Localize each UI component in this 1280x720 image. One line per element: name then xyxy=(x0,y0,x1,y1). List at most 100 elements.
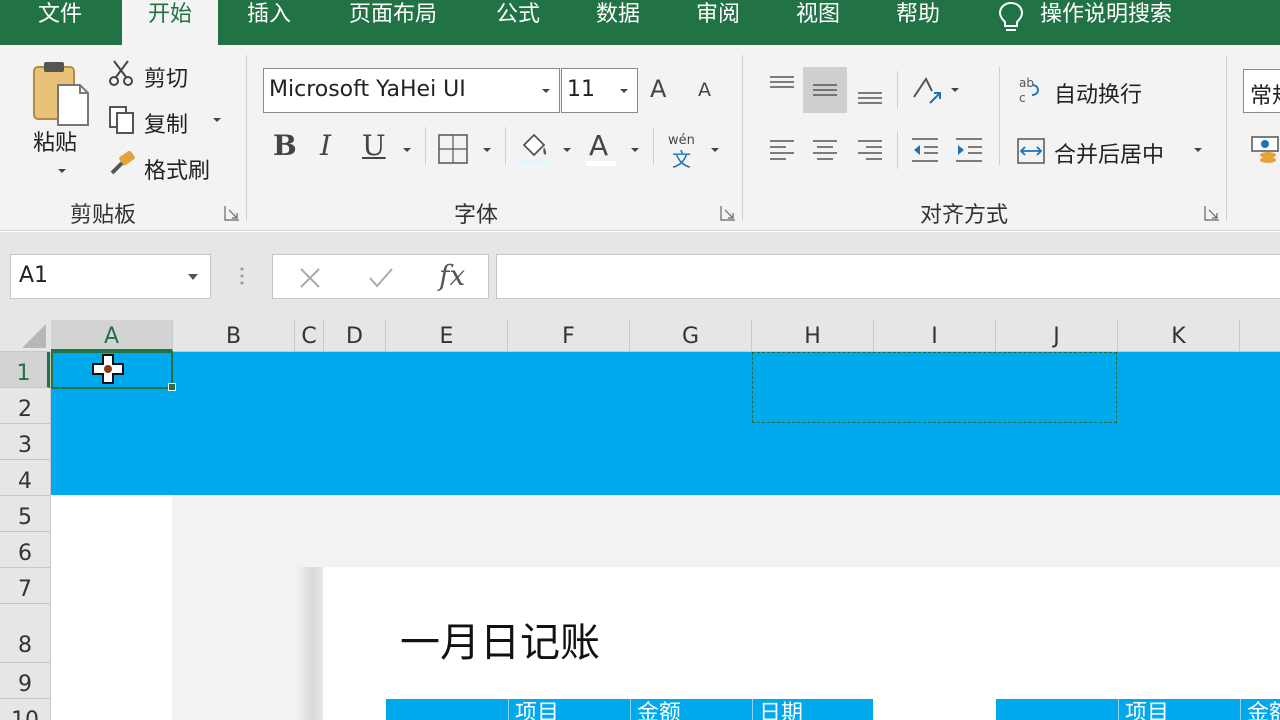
format-painter-button[interactable]: 格式刷 xyxy=(144,153,210,185)
chevron-down-icon[interactable] xyxy=(709,146,721,154)
name-box[interactable]: A1 xyxy=(10,254,211,299)
chevron-down-icon[interactable] xyxy=(540,87,552,95)
column-header-a[interactable]: A xyxy=(51,320,173,352)
chevron-down-icon[interactable] xyxy=(561,146,573,154)
column-header-b[interactable]: B xyxy=(173,320,295,352)
font-family-select[interactable]: Microsoft YaHei UI xyxy=(263,68,560,113)
column-header-e[interactable]: E xyxy=(386,320,508,352)
row-header-1[interactable]: 1 xyxy=(0,352,50,388)
sheet-title[interactable]: 一月日记账 xyxy=(400,610,600,668)
chevron-down-icon[interactable] xyxy=(1192,146,1204,154)
table-1-header-cell[interactable]: 项目 xyxy=(508,699,630,720)
chevron-down-icon[interactable] xyxy=(56,167,68,175)
chevron-down-icon[interactable] xyxy=(629,146,641,154)
drag-handle-icon[interactable] xyxy=(238,266,246,286)
fill-color-icon[interactable] xyxy=(516,129,552,167)
dialog-launcher-icon[interactable] xyxy=(720,205,736,221)
paste-button[interactable]: 粘贴 xyxy=(33,125,77,157)
align-right-icon[interactable] xyxy=(856,135,884,165)
tell-me-search[interactable]: 操作说明搜索 xyxy=(1040,0,1200,45)
chevron-down-icon[interactable] xyxy=(401,146,413,154)
scissors-icon[interactable] xyxy=(108,59,134,87)
chevron-down-icon[interactable] xyxy=(211,116,223,124)
row-header-6[interactable]: 6 xyxy=(0,532,50,568)
decrease-indent-icon[interactable] xyxy=(910,135,940,165)
toolbar-divider xyxy=(897,131,898,169)
wrap-text-button[interactable]: 自动换行 xyxy=(1054,77,1142,109)
fill-handle[interactable] xyxy=(168,383,176,391)
column-headers: A B C D E F G H I J K xyxy=(0,320,1280,352)
paintbrush-icon[interactable] xyxy=(108,151,136,177)
table-2-header-cell[interactable] xyxy=(996,699,1118,720)
tab-file[interactable]: 文件 xyxy=(0,0,120,45)
tab-help[interactable]: 帮助 xyxy=(876,0,960,45)
tab-page-layout[interactable]: 页面布局 xyxy=(336,0,450,45)
tab-data[interactable]: 数据 xyxy=(576,0,660,45)
paste-icon[interactable] xyxy=(30,59,92,129)
column-header-d[interactable]: D xyxy=(324,320,386,352)
table-2-header-cell[interactable]: 项目 xyxy=(1118,699,1240,720)
font-size-select[interactable]: 11 xyxy=(561,68,638,113)
tab-insert[interactable]: 插入 xyxy=(222,0,316,45)
enter-check-icon[interactable] xyxy=(367,265,395,291)
align-bottom-icon[interactable] xyxy=(856,73,884,107)
table-1-header-cell[interactable]: 日期 xyxy=(752,699,873,720)
borders-icon[interactable] xyxy=(437,133,469,165)
decrease-font-button[interactable]: A xyxy=(698,79,711,101)
orientation-icon[interactable] xyxy=(910,73,944,107)
row-header-4[interactable]: 4 xyxy=(0,460,50,496)
row-header-10[interactable]: 10 xyxy=(0,699,50,720)
column-header-k[interactable]: K xyxy=(1118,320,1240,352)
underline-button[interactable]: U xyxy=(362,129,386,162)
table-1-header-cell[interactable]: 金额 xyxy=(630,699,752,720)
increase-font-button[interactable]: A xyxy=(650,75,666,103)
copy-button[interactable]: 复制 xyxy=(144,107,188,139)
phonetic-label-bottom[interactable]: 文 xyxy=(672,145,691,172)
chevron-down-icon[interactable] xyxy=(949,86,961,94)
align-left-icon[interactable] xyxy=(768,135,796,165)
merge-center-button[interactable]: 合并后居中 xyxy=(1054,137,1164,169)
font-color-button[interactable]: A xyxy=(589,129,608,162)
chevron-down-icon[interactable] xyxy=(187,273,199,281)
tab-home[interactable]: 开始 xyxy=(122,0,218,45)
cut-button[interactable]: 剪切 xyxy=(144,61,188,93)
formula-input[interactable] xyxy=(496,254,1280,299)
table-1-header-cell[interactable] xyxy=(386,699,508,720)
row-header-5[interactable]: 5 xyxy=(0,496,50,532)
tab-review[interactable]: 审阅 xyxy=(676,0,760,45)
accounting-format-icon[interactable] xyxy=(1250,133,1280,165)
bold-button[interactable]: B xyxy=(273,129,297,162)
column-header-j[interactable]: J xyxy=(996,320,1118,352)
chevron-down-icon[interactable] xyxy=(618,87,630,95)
table-2-header-cell[interactable]: 金额 xyxy=(1240,699,1280,720)
align-middle-icon[interactable] xyxy=(811,73,839,107)
column-header-g[interactable]: G xyxy=(630,320,752,352)
group-divider xyxy=(246,55,247,221)
row-header-8[interactable]: 8 xyxy=(0,604,50,663)
dialog-launcher-icon[interactable] xyxy=(224,205,240,221)
insert-function-button[interactable]: fx xyxy=(439,259,465,292)
column-header-i[interactable]: I xyxy=(874,320,996,352)
align-top-icon[interactable] xyxy=(768,73,796,107)
chevron-down-icon[interactable] xyxy=(481,146,493,154)
column-header-c[interactable]: C xyxy=(295,320,324,352)
merge-center-icon[interactable] xyxy=(1016,137,1046,165)
lightbulb-icon[interactable] xyxy=(996,0,1026,34)
column-header-h[interactable]: H xyxy=(752,320,874,352)
number-format-select[interactable]: 常规 xyxy=(1243,69,1280,113)
tab-formulas[interactable]: 公式 xyxy=(476,0,560,45)
row-header-9[interactable]: 9 xyxy=(0,663,50,699)
select-all-icon[interactable] xyxy=(0,320,50,352)
copy-icon[interactable] xyxy=(108,105,136,135)
cancel-x-icon[interactable] xyxy=(297,265,323,291)
increase-indent-icon[interactable] xyxy=(954,135,984,165)
align-center-icon[interactable] xyxy=(811,135,839,165)
row-header-3[interactable]: 3 xyxy=(0,424,50,460)
column-header-f[interactable]: F xyxy=(508,320,630,352)
tab-view[interactable]: 视图 xyxy=(776,0,860,45)
dialog-launcher-icon[interactable] xyxy=(1204,205,1220,221)
row-header-2[interactable]: 2 xyxy=(0,388,50,424)
italic-button[interactable]: I xyxy=(320,129,331,162)
row-header-7[interactable]: 7 xyxy=(0,568,50,604)
wrap-text-icon[interactable]: ab c xyxy=(1018,75,1044,105)
